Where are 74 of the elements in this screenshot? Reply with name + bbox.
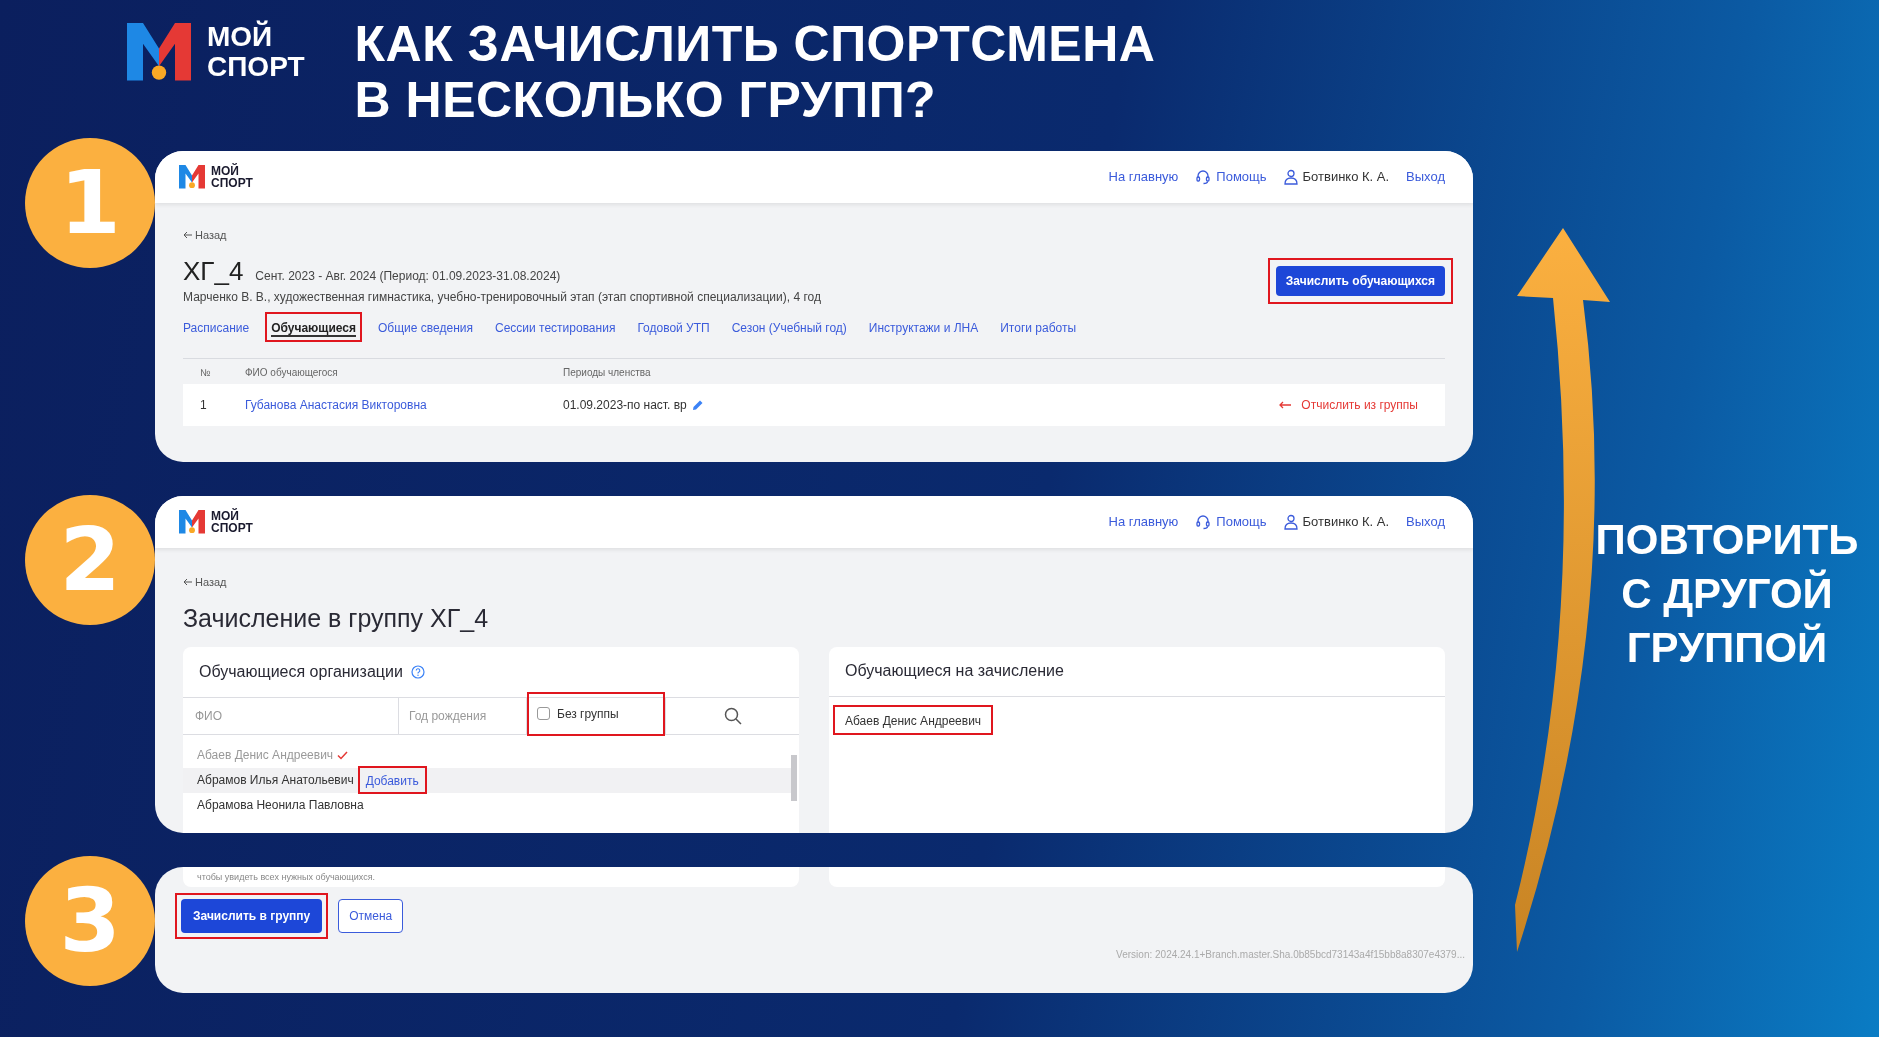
membership-period: 01.09.2023-по наст. вр xyxy=(563,396,687,414)
scrollbar[interactable] xyxy=(791,754,797,801)
back-arrow-icon xyxy=(183,231,192,240)
back-link[interactable]: Назад xyxy=(195,574,227,591)
search-icon xyxy=(723,706,742,725)
cancel-button[interactable]: Отмена xyxy=(338,899,404,933)
back-arrow-icon xyxy=(183,578,192,587)
birth-year-field[interactable]: Год рождения xyxy=(399,697,527,734)
logo-text: МОЙ xyxy=(211,510,240,522)
student-name[interactable]: Абрамова Неонила Павловна xyxy=(197,796,364,814)
unenroll-link[interactable]: Отчислить из группы xyxy=(1301,395,1418,414)
logo-text: СПОРТ xyxy=(211,177,253,189)
slide-title: КАК ЗАЧИСЛИТЬ СПОРТСМЕНА xyxy=(354,16,1156,72)
check-icon xyxy=(337,750,349,760)
column-header: Периоды членства xyxy=(563,365,651,380)
headset-icon xyxy=(1195,514,1212,530)
user-icon xyxy=(1283,514,1298,530)
tab[interactable]: Годовой УТП xyxy=(637,320,710,337)
checkbox-label: Без группы xyxy=(557,705,619,723)
step-badge: 3 xyxy=(25,856,155,986)
nav-link[interactable]: Выход xyxy=(1406,167,1445,187)
checkbox[interactable] xyxy=(537,707,550,720)
group-period: Сент. 2023 - Авг. 2024 (Период: 01.09.2023-31.08.2024) xyxy=(255,267,561,285)
user-name[interactable]: Ботвинко К. А. xyxy=(1302,167,1390,187)
card-title: Обучающиеся на зачисление xyxy=(845,661,1064,681)
student-name[interactable]: Абрамов Илья Анатольевич xyxy=(197,771,354,789)
page-title: Зачисление в группу ХГ_4 xyxy=(183,602,490,633)
tab[interactable]: Обучающиеся xyxy=(271,320,356,337)
tab[interactable]: Инструктажи и ЛНА xyxy=(868,320,979,337)
nav-link[interactable]: Помощь xyxy=(1216,512,1267,532)
nav-link[interactable]: Выход xyxy=(1406,512,1445,532)
group-title: ХГ_4 xyxy=(183,255,244,286)
pencil-icon[interactable] xyxy=(691,398,704,411)
logo-text: МОЙ xyxy=(211,165,240,177)
tab[interactable]: Расписание xyxy=(183,320,250,337)
logo-text: МОЙ xyxy=(207,22,274,52)
tab[interactable]: Итоги работы xyxy=(1000,320,1077,337)
tab[interactable]: Сессии тестирования xyxy=(494,320,616,337)
student-name[interactable]: Абаев Денис Андреевич xyxy=(197,746,334,764)
repeat-note: ГРУППОЙ xyxy=(1626,622,1828,673)
enroll-students-button[interactable]: Зачислить обучающихся xyxy=(1275,265,1445,296)
step-badge: 2 xyxy=(25,495,155,625)
arrow-left-icon xyxy=(1279,400,1292,409)
student-name: Абаев Денис Андреевич xyxy=(845,713,982,728)
card-title: Обучающиеся организации xyxy=(199,661,403,682)
logo-icon xyxy=(179,165,205,189)
logo-text: СПОРТ xyxy=(207,52,305,82)
add-link[interactable]: Добавить xyxy=(365,774,419,788)
column-header: ФИО обучающегося xyxy=(245,365,339,380)
row-number: 1 xyxy=(200,396,208,414)
user-name[interactable]: Ботвинко К. А. xyxy=(1302,512,1390,532)
student-link[interactable]: Губанова Анастасия Викторовна xyxy=(245,395,563,414)
headset-icon xyxy=(1195,169,1212,185)
tab[interactable]: Общие сведения xyxy=(378,320,473,337)
back-link[interactable]: Назад xyxy=(195,227,227,244)
repeat-note: ПОВТОРИТЬ xyxy=(1595,514,1859,565)
hint-text: чтобы увидеть всех нужных обучающихся. xyxy=(197,872,376,882)
logo-text: СПОРТ xyxy=(211,522,253,534)
column-header: № xyxy=(200,365,212,380)
logo-icon xyxy=(127,23,191,81)
repeat-note: С ДРУГОЙ xyxy=(1621,568,1833,619)
slide-title: В НЕСКОЛЬКО ГРУПП? xyxy=(354,72,938,128)
step-badge: 1 xyxy=(25,138,155,268)
help-icon[interactable] xyxy=(410,664,425,679)
version-text: Version: 2024.24.1+Branch.master.Sha.0b85bcd73143a4f15bb8a8307e4379... xyxy=(1116,948,1465,962)
nav-link[interactable]: Помощь xyxy=(1216,167,1267,187)
name-field[interactable]: ФИО xyxy=(183,697,399,734)
user-icon xyxy=(1283,169,1298,185)
enroll-button[interactable]: Зачислить в группу xyxy=(181,899,323,933)
group-description: Марченко В. В., художественная гимнастика, учебно-тренировочный этап (этап спортивной специализации), 4 год xyxy=(183,288,821,306)
nav-link[interactable]: На главную xyxy=(1108,512,1179,532)
tab[interactable]: Сезон (Учебный год) xyxy=(731,320,847,337)
nav-link[interactable]: На главную xyxy=(1108,167,1179,187)
logo-icon xyxy=(179,510,205,534)
